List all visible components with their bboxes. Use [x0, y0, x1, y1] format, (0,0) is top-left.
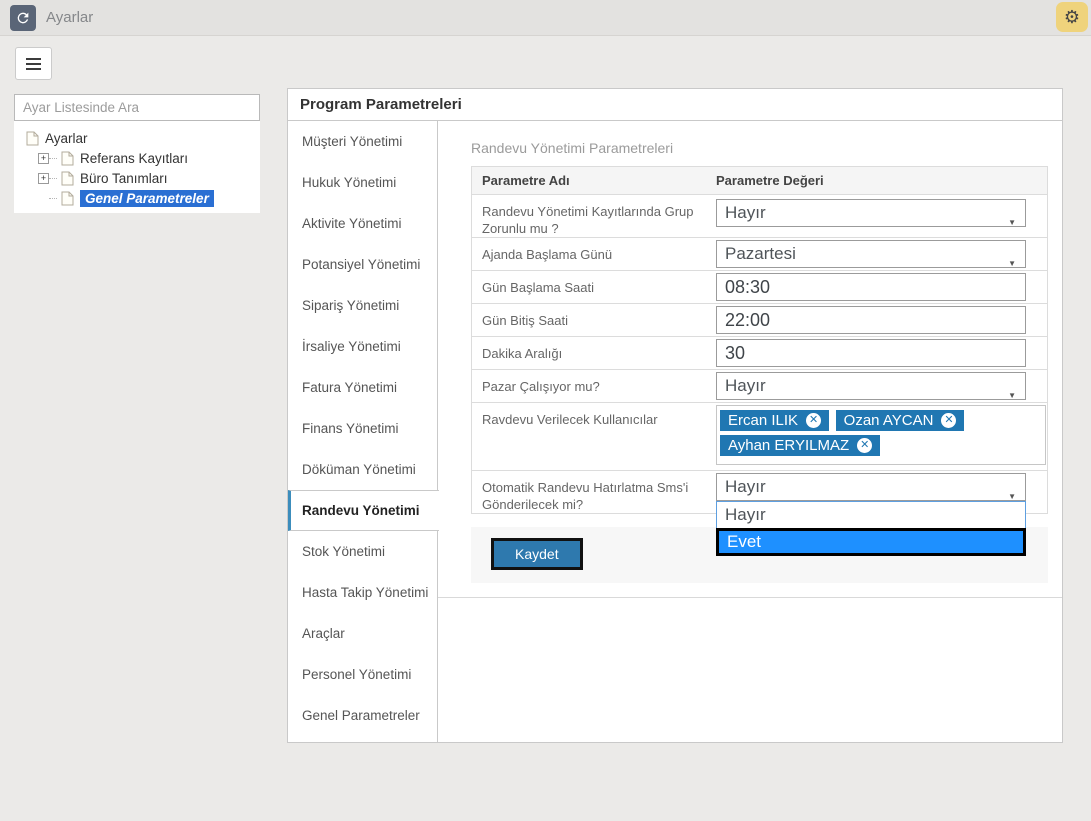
- remove-tag-icon[interactable]: ✕: [806, 413, 821, 428]
- tree-connector: [49, 198, 57, 199]
- caret-down-icon: ▼: [1008, 210, 1016, 236]
- tab-genel-parametreler[interactable]: Genel Parametreler: [288, 695, 437, 736]
- save-button[interactable]: Kaydet: [491, 538, 583, 570]
- parameter-label: Dakika Aralığı: [472, 337, 714, 369]
- day-start-time-input[interactable]: [716, 273, 1026, 301]
- user-tag-label: Ayhan ERYILMAZ: [728, 437, 849, 454]
- tab-aktivite-yonetimi[interactable]: Aktivite Yönetimi: [288, 203, 437, 244]
- document-icon: [26, 131, 39, 146]
- tree-node-root[interactable]: Ayarlar: [14, 128, 260, 148]
- user-tag-label: Ercan ILIK: [728, 412, 798, 429]
- document-icon: [61, 191, 74, 206]
- remove-tag-icon[interactable]: ✕: [857, 438, 872, 453]
- document-icon: [61, 151, 74, 166]
- table-row: Gün Bitiş Saati: [472, 304, 1047, 337]
- expand-plus-icon[interactable]: +: [38, 173, 49, 184]
- caret-down-icon: ▼: [1008, 251, 1016, 277]
- column-header-name: Parametre Adı: [472, 173, 714, 188]
- table-row: Ravdevu Verilecek Kullanıcılar Ercan ILI…: [472, 403, 1047, 471]
- select-value: Pazartesi: [725, 244, 796, 263]
- tab-hukuk-yonetimi[interactable]: Hukuk Yönetimi: [288, 162, 437, 203]
- appointment-users-multiselect[interactable]: Ercan ILIK ✕ Ozan AYCAN ✕ Ayhan ERYILMAZ…: [716, 405, 1046, 465]
- table-row: Dakika Aralığı: [472, 337, 1047, 370]
- select-value: Hayır: [725, 376, 766, 395]
- hamburger-icon: [26, 58, 41, 70]
- tab-content: Randevu Yönetimi Parametreleri Parametre…: [438, 121, 1062, 742]
- tab-dokuman-yonetimi[interactable]: Döküman Yönetimi: [288, 449, 437, 490]
- sms-reminder-dropdown: Hayır Evet: [716, 501, 1026, 556]
- tree-node-selected[interactable]: Genel Parametreler: [38, 188, 260, 208]
- tree-node[interactable]: + Büro Tanımları: [38, 168, 260, 188]
- tree-node-label[interactable]: Büro Tanımları: [80, 171, 168, 186]
- parameter-label: Ravdevu Verilecek Kullanıcılar: [472, 403, 714, 470]
- parameter-label: Ajanda Başlama Günü: [472, 238, 714, 270]
- sunday-working-select[interactable]: Hayır ▼: [716, 372, 1026, 400]
- settings-button[interactable]: ⚙: [1056, 2, 1088, 32]
- parameter-table: Parametre Adı Parametre Değeri Randevu Y…: [471, 166, 1048, 514]
- tab-personel-yonetimi[interactable]: Personel Yönetimi: [288, 654, 437, 695]
- sync-icon[interactable]: [10, 5, 36, 31]
- user-tag: Ayhan ERYILMAZ ✕: [720, 435, 880, 456]
- menu-toggle-button[interactable]: [15, 47, 52, 80]
- sms-reminder-select[interactable]: Hayır ▼: [716, 473, 1026, 501]
- tab-finans-yonetimi[interactable]: Finans Yönetimi: [288, 408, 437, 449]
- settings-tree: Ayarlar + Referans Kayıtları + Büro Tanı…: [14, 121, 260, 213]
- form-section-title: Randevu Yönetimi Parametreleri: [471, 140, 1062, 156]
- select-value: Hayır: [725, 203, 766, 222]
- tab-araclar[interactable]: Araçlar: [288, 613, 437, 654]
- minute-interval-input[interactable]: [716, 339, 1026, 367]
- tab-musteri-yonetimi[interactable]: Müşteri Yönetimi: [288, 121, 437, 162]
- table-row: Gün Başlama Saati: [472, 271, 1047, 304]
- user-tag: Ozan AYCAN ✕: [836, 410, 965, 431]
- tree-node-label[interactable]: Genel Parametreler: [80, 190, 214, 207]
- caret-down-icon: ▼: [1008, 383, 1016, 409]
- table-row: Randevu Yönetimi Kayıtlarında Grup Zorun…: [472, 195, 1047, 238]
- parameter-label: Gün Başlama Saati: [472, 271, 714, 303]
- top-bar: Ayarlar ⚙: [0, 0, 1091, 36]
- page-title: Ayarlar: [46, 9, 93, 26]
- table-header-row: Parametre Adı Parametre Değeri: [472, 167, 1047, 195]
- gear-icon: ⚙: [1064, 8, 1080, 26]
- parameter-label: Randevu Yönetimi Kayıtlarında Grup Zorun…: [472, 195, 714, 237]
- tab-randevu-yonetimi-active[interactable]: Randevu Yönetimi: [288, 490, 439, 531]
- search-input[interactable]: [14, 94, 260, 121]
- content-divider: [438, 597, 1062, 598]
- tab-stok-yonetimi[interactable]: Stok Yönetimi: [288, 531, 437, 572]
- document-icon: [61, 171, 74, 186]
- remove-tag-icon[interactable]: ✕: [941, 413, 956, 428]
- parameter-label: Otomatik Randevu Hatırlatma Sms'i Gönder…: [472, 471, 714, 513]
- table-row: Otomatik Randevu Hatırlatma Sms'i Gönder…: [472, 471, 1047, 514]
- table-row: Pazar Çalışıyor mu? Hayır ▼: [472, 370, 1047, 403]
- tab-fatura-yonetimi[interactable]: Fatura Yönetimi: [288, 367, 437, 408]
- program-parameters-panel: Program Parametreleri Müşteri Yönetimi H…: [287, 88, 1063, 743]
- tree-node-label[interactable]: Ayarlar: [45, 131, 88, 146]
- parameter-label: Pazar Çalışıyor mu?: [472, 370, 714, 402]
- select-value: Hayır: [725, 477, 766, 496]
- agenda-start-day-select[interactable]: Pazartesi ▼: [716, 240, 1026, 268]
- tab-potansiyel-yonetimi[interactable]: Potansiyel Yönetimi: [288, 244, 437, 285]
- user-tag-label: Ozan AYCAN: [844, 412, 934, 429]
- tree-connector: [49, 158, 57, 159]
- dropdown-option-hayir[interactable]: Hayır: [717, 502, 1025, 528]
- expand-plus-icon[interactable]: +: [38, 153, 49, 164]
- module-tab-list: Müşteri Yönetimi Hukuk Yönetimi Aktivite…: [288, 121, 438, 742]
- tab-hasta-takip-yonetimi[interactable]: Hasta Takip Yönetimi: [288, 572, 437, 613]
- tab-siparis-yonetimi[interactable]: Sipariş Yönetimi: [288, 285, 437, 326]
- parameter-label: Gün Bitiş Saati: [472, 304, 714, 336]
- dropdown-option-evet-highlighted[interactable]: Evet: [716, 528, 1026, 556]
- user-tag: Ercan ILIK ✕: [720, 410, 829, 431]
- group-required-select[interactable]: Hayır ▼: [716, 199, 1026, 227]
- table-row: Ajanda Başlama Günü Pazartesi ▼: [472, 238, 1047, 271]
- column-header-value: Parametre Değeri: [714, 173, 1047, 188]
- tree-node[interactable]: + Referans Kayıtları: [38, 148, 260, 168]
- tab-irsaliye-yonetimi[interactable]: İrsaliye Yönetimi: [288, 326, 437, 367]
- tree-node-label[interactable]: Referans Kayıtları: [80, 151, 188, 166]
- day-end-time-input[interactable]: [716, 306, 1026, 334]
- tree-connector: [49, 178, 57, 179]
- panel-title: Program Parametreleri: [288, 89, 1062, 121]
